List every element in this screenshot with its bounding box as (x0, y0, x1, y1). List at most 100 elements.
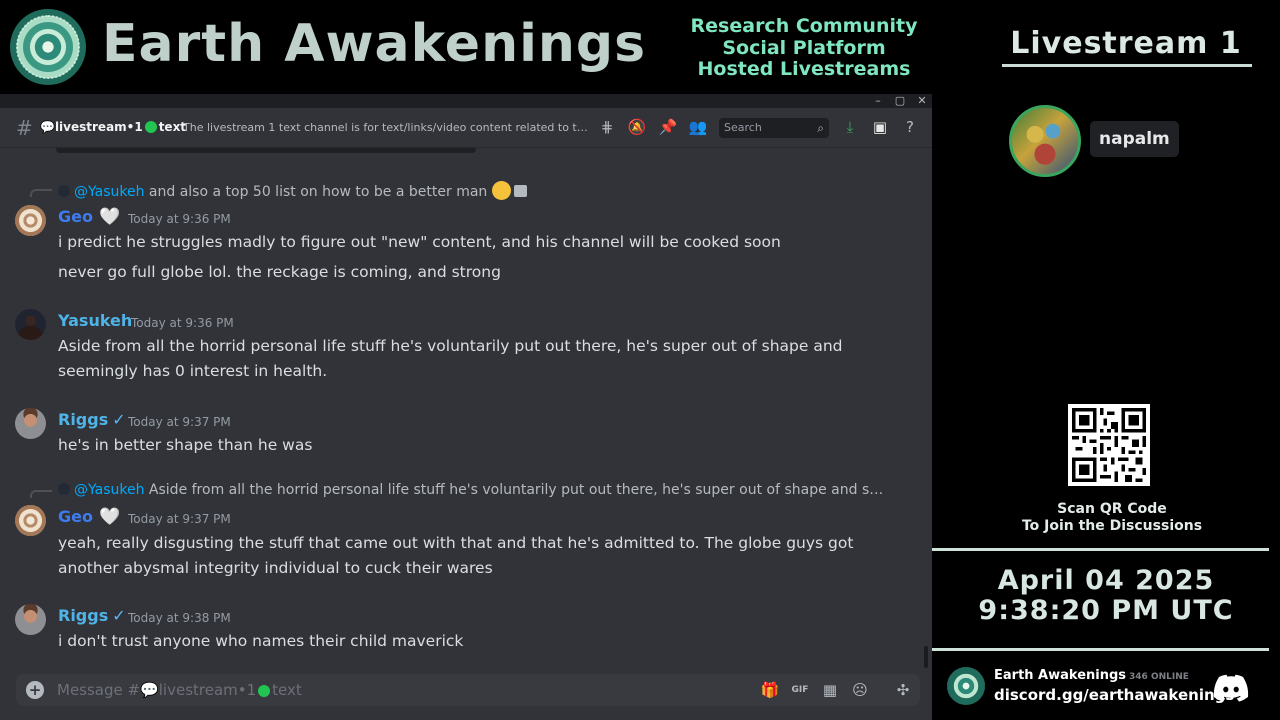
divider (932, 648, 1269, 651)
timestamp: Today at 9:38 PM (128, 611, 231, 625)
qr-code-graphic (1072, 408, 1146, 482)
invite-link: discord.gg/earthawakenings (994, 686, 1235, 704)
channel-name-prefix: 💬livestream•1 (40, 120, 143, 134)
server-logo-icon (947, 667, 985, 705)
sticker-icon[interactable]: ▦ (820, 680, 840, 700)
message-line: Aside from all the horrid personal life … (58, 337, 843, 380)
gif-icon[interactable]: GIF (790, 680, 810, 700)
reply-preview[interactable]: @Yasukeh Aside from all the horrid perso… (58, 482, 884, 498)
reply-text: and also a top 50 list on how to be a be… (148, 184, 488, 200)
heart-icon: 🤍 (98, 207, 121, 227)
channel-topic[interactable]: The livestream 1 text channel is for tex… (183, 121, 591, 134)
help-icon[interactable]: ? (900, 117, 920, 137)
reply-connector (30, 490, 52, 498)
avatar[interactable] (15, 309, 46, 340)
datetime: April 04 2025 9:38:20 PM UTC (932, 566, 1280, 626)
tagline-3: Hosted Livestreams (697, 58, 911, 80)
green-circle-icon (258, 685, 271, 697)
timestamp: Today at 9:36 PM (128, 212, 231, 226)
reply-text: Aside from all the horrid personal life … (148, 482, 884, 498)
member-list-icon[interactable]: 👥 (688, 117, 708, 137)
server-name-text: Earth Awakenings (994, 668, 1127, 683)
tagline-1: Research Community (690, 15, 918, 37)
author-name[interactable]: Yasukeh (58, 311, 132, 330)
discord-logo-icon (1213, 674, 1249, 702)
stream-side-panel: Livestream 1 napalm Scan QR Code To Join… (932, 0, 1280, 720)
author-name[interactable]: Geo 🤍 (58, 207, 120, 227)
gift-icon[interactable]: 🎁 (760, 680, 780, 700)
channel-name: 💬livestream•1 text (40, 120, 186, 134)
avatar[interactable] (15, 505, 46, 536)
brand-title: Earth Awakenings (102, 14, 647, 74)
timestamp: Today at 9:37 PM (128, 415, 231, 429)
threads-icon[interactable]: ⋕ (597, 117, 617, 137)
message-line: i predict he struggles madly to figure o… (58, 233, 781, 251)
divider (932, 548, 1269, 551)
message-composer[interactable]: + Message #💬livestream•1 text 🎁 GIF ▦ ☹ ✣ (16, 674, 920, 706)
message-line: i don't trust anyone who names their chi… (58, 632, 464, 650)
speaker-name: napalm (1090, 121, 1179, 157)
green-circle-icon (144, 121, 157, 133)
scrollbar-thumb[interactable] (924, 646, 928, 668)
stream-banner: Earth Awakenings Research Community Soci… (0, 0, 932, 94)
taglines: Research Community Social Platform Hoste… (672, 15, 936, 81)
mute-bell-icon[interactable]: 🔕 (627, 117, 647, 137)
attach-plus-icon[interactable]: + (26, 681, 44, 699)
verified-check-icon: ✓ (112, 606, 126, 625)
apps-icon[interactable]: ✣ (893, 680, 913, 700)
title-underline (1002, 64, 1252, 67)
message-line: he's in better shape than he was (58, 436, 313, 454)
heart-icon: 🤍 (98, 507, 121, 527)
author-name[interactable]: Riggs ✓ (58, 606, 126, 625)
avatar[interactable] (15, 604, 46, 635)
timestamp: Today at 9:36 PM (131, 316, 234, 330)
author-name[interactable]: Geo 🤍 (58, 507, 120, 527)
search-input[interactable]: Search ⌕ (719, 118, 829, 138)
scrollbar-track[interactable] (922, 150, 930, 670)
reply-avatar (58, 483, 70, 495)
author-name-text: Geo (58, 207, 93, 226)
discord-window: – ▢ ✕ # 💬livestream•1 text The livestream… (0, 94, 932, 720)
author-name[interactable]: Riggs ✓ (58, 410, 126, 429)
message-input[interactable]: Message #💬livestream•1 text (57, 681, 302, 699)
reply-preview[interactable]: @Yasukeh and also a top 50 list on how t… (58, 181, 538, 200)
message-line: yeah, really disgusting the stuff that c… (58, 534, 854, 577)
avatar[interactable] (15, 408, 46, 439)
minimize-icon[interactable]: – (868, 94, 888, 108)
author-name-text: Riggs (58, 410, 109, 429)
pin-icon[interactable]: 📌 (658, 117, 678, 137)
tagline-2: Social Platform (722, 36, 886, 59)
channel-header: # 💬livestream•1 text The livestream 1 tex… (0, 108, 932, 148)
qr-code (1068, 404, 1150, 486)
message-line: never go full globe lol. the reckage is … (58, 263, 501, 281)
qr-caption-line-2: To Join the Discussions (1021, 518, 1203, 534)
date-text: April 04 2025 (997, 565, 1215, 596)
author-name-text: Geo (58, 507, 93, 526)
speaker-avatar (1009, 105, 1081, 177)
livestream-title: Livestream 1 (1010, 26, 1242, 61)
close-icon[interactable]: ✕ (912, 94, 932, 108)
qr-caption-line-1: Scan QR Code (1057, 501, 1167, 517)
composer-placeholder-suffix: text (272, 681, 302, 699)
maximize-icon[interactable]: ▢ (890, 94, 910, 108)
timestamp: Today at 9:37 PM (128, 512, 231, 526)
reply-avatar (58, 185, 70, 197)
avatar[interactable] (15, 205, 46, 236)
online-count: 346 ONLINE (1129, 672, 1189, 682)
server-name: Earth Awakenings 346 ONLINE (994, 668, 1189, 683)
verified-check-icon: ✓ (112, 410, 126, 429)
emoji-icon[interactable]: ☹ (850, 680, 870, 700)
download-icon[interactable]: ⤓ (840, 117, 860, 137)
search-icon: ⌕ (817, 121, 824, 135)
search-placeholder: Search (724, 121, 762, 134)
channel-name-suffix: text (158, 120, 187, 134)
composer-placeholder-prefix: Message #💬livestream•1 (57, 681, 257, 699)
qr-caption: Scan QR Code To Join the Discussions (992, 501, 1232, 535)
image-icon (513, 185, 527, 197)
hash-icon: # (16, 116, 33, 140)
reply-mention[interactable]: @Yasukeh (74, 482, 144, 498)
reply-mention[interactable]: @Yasukeh (74, 184, 144, 200)
thinking-emoji-icon (491, 181, 511, 200)
time-text: 9:38:20 PM UTC (978, 595, 1234, 626)
inbox-icon[interactable]: ▣ (870, 117, 890, 137)
